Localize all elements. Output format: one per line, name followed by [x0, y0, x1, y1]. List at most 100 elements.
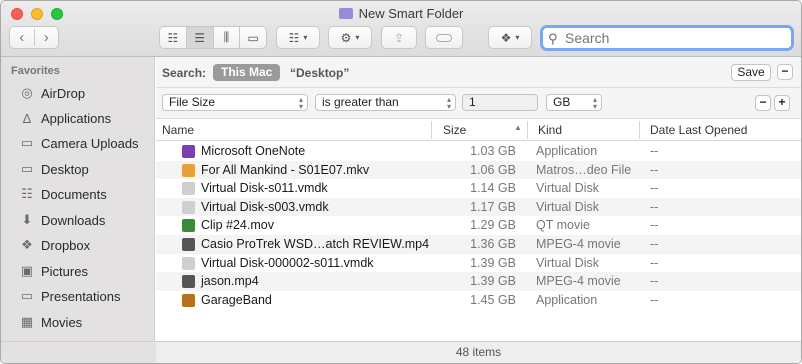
- file-icon: [182, 145, 195, 158]
- view-mode-buttons: ☷ ☰ ⫼ ▭: [159, 26, 267, 49]
- file-icon: [182, 163, 195, 177]
- list-view-button[interactable]: ☰: [185, 27, 213, 48]
- file-size: 1.14 GB: [470, 181, 516, 196]
- file-kind: MPEG-4 movie: [536, 274, 621, 289]
- file-date: --: [650, 181, 659, 196]
- file-name: Clip #24.mov: [201, 218, 274, 233]
- remove-criterion-button[interactable]: −: [755, 95, 771, 111]
- group-by-button[interactable]: ☷ ▾: [276, 26, 320, 49]
- search-criteria-row: File Size ▴ ▾ is greater than ▴ ▾ 1 GB ▴ ▾ − +: [156, 88, 801, 119]
- tag-icon: [436, 33, 452, 42]
- download-icon: ⬇: [21, 212, 33, 227]
- remove-search-button[interactable]: −: [777, 64, 793, 80]
- sidebar-item-downloads[interactable]: ⬇ Downloads: [17, 209, 151, 231]
- file-date: --: [650, 162, 659, 177]
- sidebar-item-label: AirDrop: [41, 85, 86, 101]
- unit-value: GB: [553, 95, 571, 109]
- column-header-name[interactable]: Name: [162, 123, 194, 137]
- search-icon: ⚲: [548, 31, 558, 46]
- table-row[interactable]: jason.mp4 1.39 GB MPEG-4 movie --: [156, 272, 801, 291]
- table-row[interactable]: Clip #24.mov 1.29 GB QT movie --: [156, 216, 801, 235]
- file-icon: [182, 238, 195, 251]
- sidebar-item-label: Movies: [41, 314, 83, 330]
- grid-icon: ☷: [288, 30, 300, 45]
- updown-arrows-icon: ▴ ▾: [446, 95, 451, 111]
- save-button[interactable]: Save: [731, 64, 771, 81]
- file-date: --: [650, 292, 659, 307]
- search-field[interactable]: ⚲: [540, 25, 794, 51]
- tag-button[interactable]: [425, 26, 463, 49]
- scope-desktop-button[interactable]: “Desktop”: [290, 66, 349, 80]
- dropbox-button[interactable]: ❖ ▾: [488, 26, 532, 49]
- attribute-select[interactable]: File Size ▴ ▾: [162, 94, 308, 111]
- file-name: Casio ProTrek WSD…atch REVIEW.mp4: [201, 237, 430, 251]
- dropbox-icon: ❖: [21, 237, 33, 252]
- file-icon: [182, 256, 195, 270]
- file-date: --: [650, 274, 659, 289]
- sidebar-item-airdrop[interactable]: ◎ AirDrop: [17, 82, 151, 104]
- column-header-kind[interactable]: Kind: [538, 123, 562, 137]
- forward-button[interactable]: ›: [33, 29, 59, 46]
- sidebar-item-documents[interactable]: ☷ Documents: [17, 183, 151, 205]
- file-size: 1.06 GB: [470, 162, 516, 177]
- file-name: Virtual Disk-s011.vmdk: [201, 181, 328, 196]
- sidebar-item-presentations[interactable]: ▭ Presentations: [17, 285, 151, 307]
- file-icon: [182, 219, 195, 233]
- file-date: --: [650, 144, 659, 158]
- size-value-field[interactable]: 1: [462, 94, 538, 111]
- search-scope-bar: Search: This Mac “Desktop” Save −: [156, 57, 801, 88]
- camera-icon: ▣: [20, 263, 34, 278]
- column-divider[interactable]: [639, 121, 640, 139]
- table-row[interactable]: GarageBand 1.45 GB Application --: [156, 291, 801, 310]
- back-button[interactable]: ‹: [10, 29, 34, 46]
- column-divider[interactable]: [431, 121, 432, 139]
- sidebar-item-camera-uploads[interactable]: ▭ Camera Uploads: [17, 132, 151, 154]
- table-row[interactable]: For All Mankind - S01E07.mkv 1.06 GB Matro…: [156, 160, 801, 180]
- add-criterion-button[interactable]: +: [774, 95, 790, 111]
- sort-ascending-icon: ▲: [514, 123, 522, 132]
- column-header-size[interactable]: Size: [443, 123, 466, 137]
- file-kind: Virtual Disk: [536, 181, 599, 196]
- scope-this-mac-button[interactable]: This Mac: [213, 64, 281, 81]
- sidebar-item-desktop[interactable]: ▭ Desktop: [17, 158, 151, 180]
- unit-select[interactable]: GB ▴ ▾: [546, 94, 602, 111]
- file-kind: Matros…deo File: [536, 162, 632, 177]
- sidebar-item-label: Pictures: [41, 263, 88, 279]
- column-header-date-last-opened[interactable]: Date Last Opened: [650, 123, 747, 137]
- sidebar-item-pictures[interactable]: ▣ Pictures: [17, 260, 151, 282]
- table-row[interactable]: Virtual Disk-s003.vmdk 1.17 GB Virtual Dis…: [156, 197, 801, 217]
- table-row[interactable]: Virtual Disk-s011.vmdk 1.14 GB Virtual Dis…: [156, 179, 801, 198]
- action-button[interactable]: ⚙ ▾: [328, 26, 372, 49]
- icon-view-button[interactable]: ☷: [160, 27, 186, 48]
- file-size: 1.03 GB: [470, 144, 516, 158]
- finder-window: New Smart Folder ‹ › ☷ ☰ ⫼ ▭ ☷ ▾ ⚙ ▾ ⇪ ❖ ▾ …: [0, 0, 802, 364]
- document-icon: ☷: [21, 186, 33, 201]
- folder-icon: ▭: [20, 135, 34, 150]
- sidebar-item-label: Desktop: [41, 161, 89, 177]
- chevron-down-icon: ▾: [355, 33, 360, 42]
- sidebar-heading-favorites: Favorites: [11, 65, 60, 77]
- applications-icon: ∆: [23, 110, 31, 126]
- table-header: Name Size ▲ Kind Date Last Opened: [156, 119, 801, 141]
- table-row[interactable]: Virtual Disk-000002-s011.vmdk 1.39 GB Virt…: [156, 254, 801, 273]
- operator-select[interactable]: is greater than ▴ ▾: [315, 94, 456, 111]
- column-view-button[interactable]: ⫼: [212, 27, 240, 48]
- search-input[interactable]: [565, 29, 785, 47]
- column-divider[interactable]: [527, 121, 528, 139]
- share-icon: ⇪: [393, 30, 405, 45]
- table-row[interactable]: Microsoft OneNote 1.03 GB Application --: [156, 142, 801, 161]
- file-date: --: [650, 237, 659, 251]
- sidebar-item-dropbox[interactable]: ❖ Dropbox: [17, 234, 151, 256]
- dropbox-icon: ❖: [500, 30, 512, 45]
- file-name: GarageBand: [201, 292, 272, 307]
- gallery-view-button[interactable]: ▭: [239, 27, 266, 48]
- table-row[interactable]: Casio ProTrek WSD…atch REVIEW.mp4 1.36 GB…: [156, 235, 801, 254]
- file-date: --: [650, 255, 659, 270]
- sidebar: Favorites ◎ AirDrop ∆ Applications ▭ Camera…: [1, 57, 155, 341]
- sidebar-item-movies[interactable]: ▦ Movies: [17, 311, 151, 333]
- window-title-text: New Smart Folder: [358, 6, 464, 21]
- file-kind: Application: [536, 144, 598, 158]
- share-button[interactable]: ⇪: [381, 26, 417, 49]
- sidebar-item-label: Presentations: [41, 288, 121, 304]
- sidebar-item-applications[interactable]: ∆ Applications: [17, 107, 151, 129]
